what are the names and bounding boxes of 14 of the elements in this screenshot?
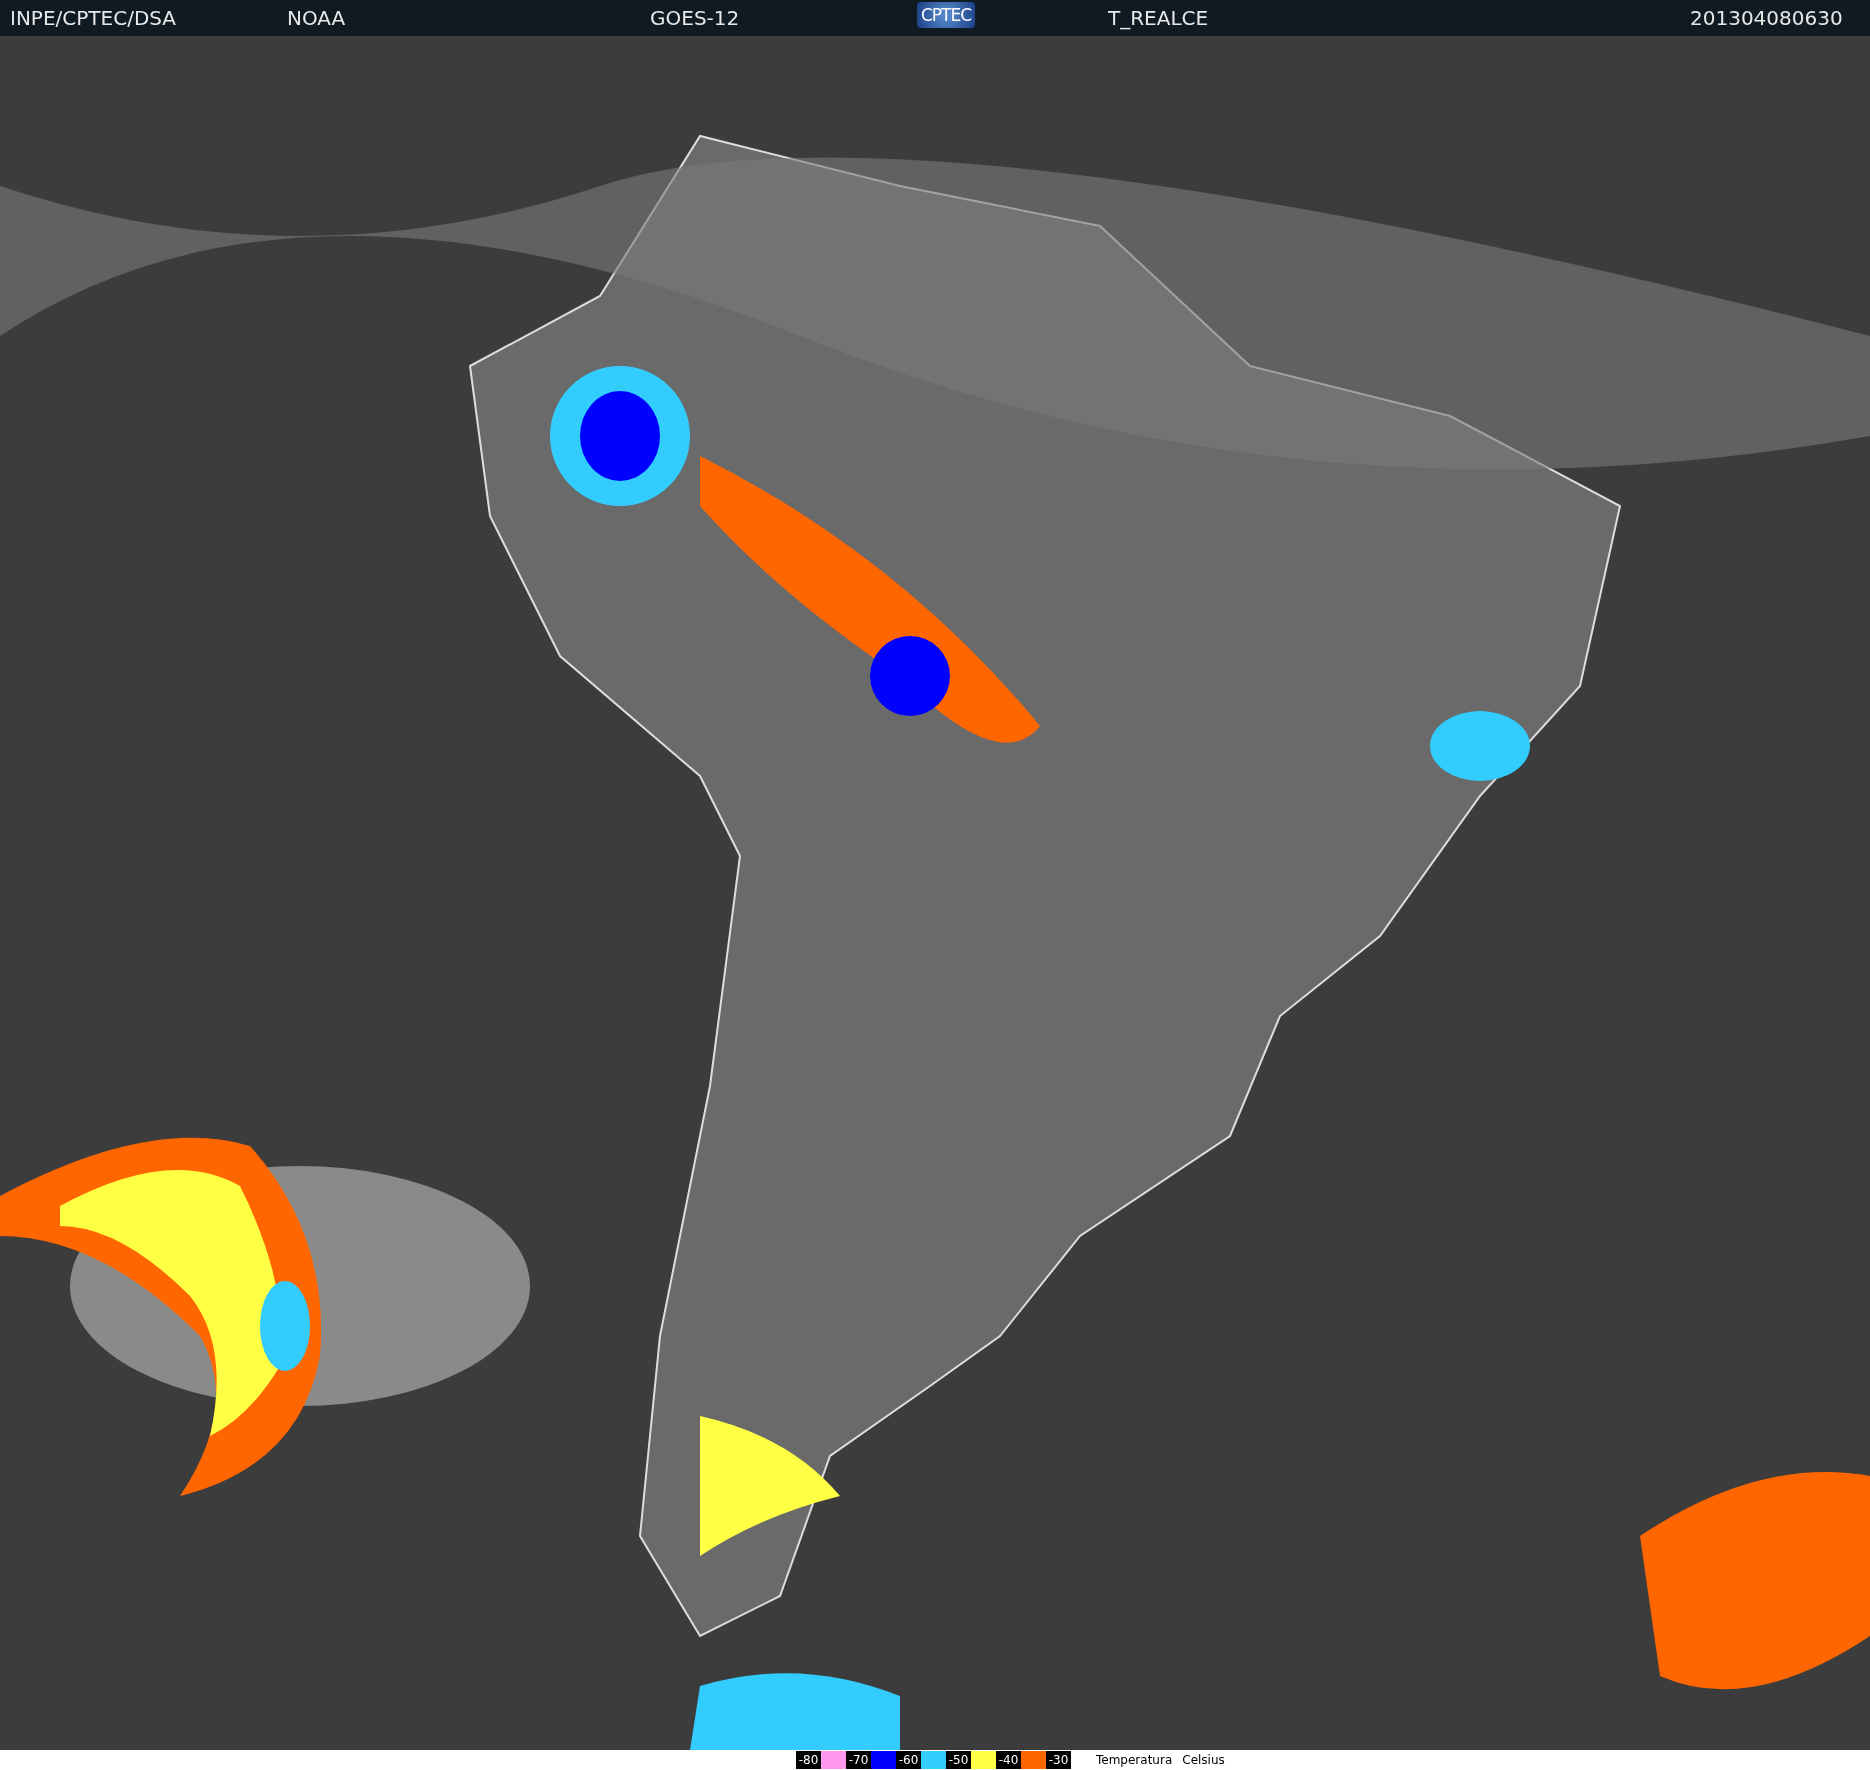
legend-label: -80 xyxy=(796,1751,821,1769)
unit-label: Celsius xyxy=(1182,1752,1225,1769)
timestamp: 201304080630 xyxy=(1690,5,1843,31)
legend-label: -50 xyxy=(946,1751,971,1769)
legend-label: -40 xyxy=(996,1751,1021,1769)
header-label: NOAA xyxy=(287,5,346,31)
legend-label: -70 xyxy=(846,1751,871,1769)
legend-label: -30 xyxy=(1046,1751,1071,1769)
legend-title: Temperatura xyxy=(1096,1752,1173,1769)
header-label: INPE/CPTEC/DSA xyxy=(10,5,177,31)
header-label: GOES-12 xyxy=(650,5,740,31)
logo: CPTEC xyxy=(917,2,976,28)
product-label: T_REALCE xyxy=(1108,5,1209,31)
legend-label: -60 xyxy=(896,1751,921,1769)
